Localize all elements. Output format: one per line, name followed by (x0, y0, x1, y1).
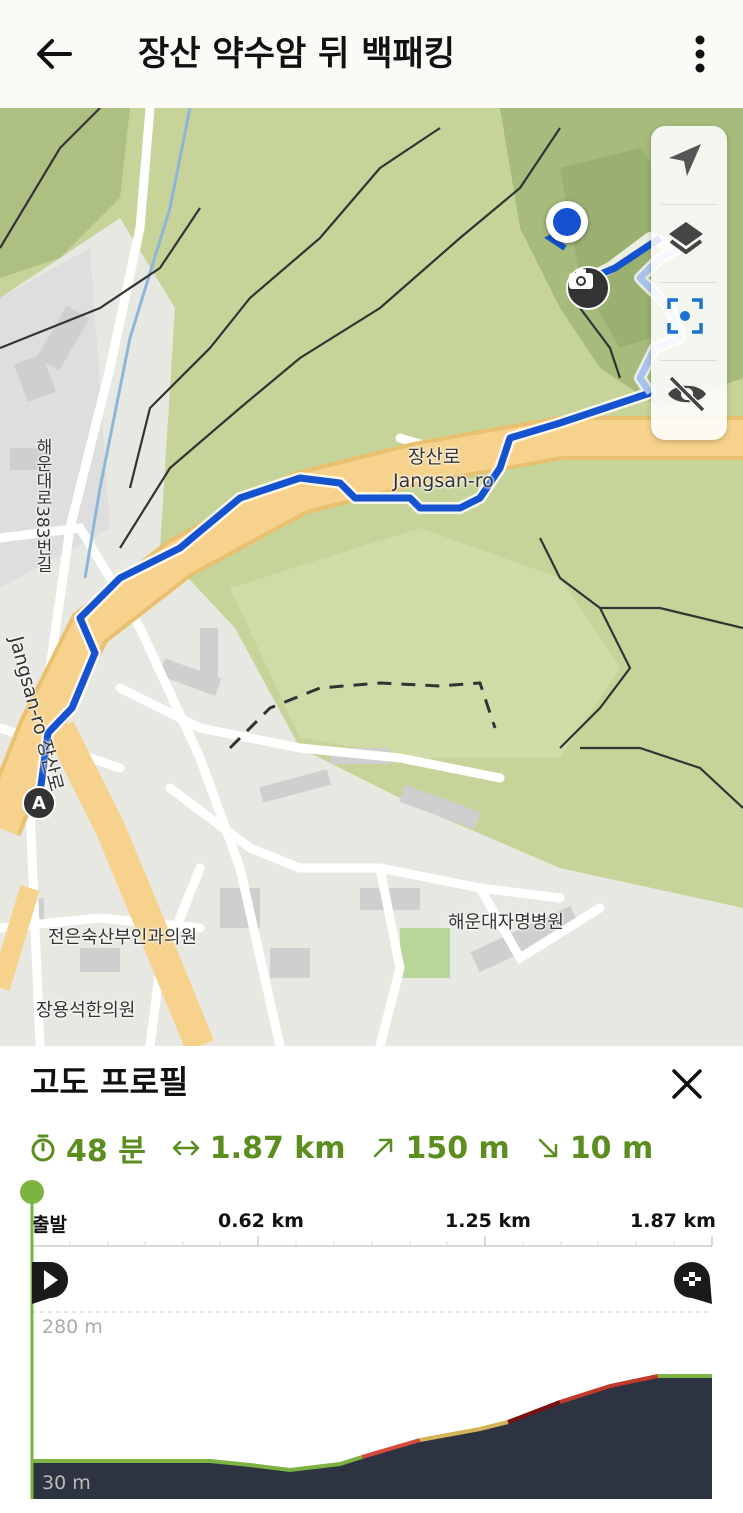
street-label: 해운대로383번길 (32, 438, 52, 573)
more-vertical-icon (695, 35, 705, 73)
page-title: 장산 약수암 뒤 백패킹 (138, 34, 456, 74)
elevation-max-label: 280 m (42, 1316, 103, 1338)
stat-distance: 1.87 km (172, 1130, 346, 1166)
navigate-button[interactable] (665, 140, 713, 188)
road-label-english: Jangsan-ro (393, 470, 494, 492)
elevation-profile-title: 고도 프로필 (30, 1063, 189, 1101)
controls-divider (661, 282, 717, 283)
route-stats: 48 분 1.87 km 150 m 10 m (30, 1126, 679, 1170)
horizontal-arrows-icon (172, 1138, 200, 1158)
controls-divider (661, 204, 717, 205)
road-label-korean: 장산로 (408, 446, 461, 468)
poi-label-oriental-clinic: 장용석한의원 (36, 1000, 136, 1021)
location-dot-icon (553, 208, 581, 236)
photo-marker[interactable] (566, 266, 610, 310)
poi-label-hospital: 해운대자명병원 (448, 912, 564, 933)
ascent-value: 150 m (405, 1130, 510, 1166)
current-location-marker[interactable] (546, 201, 588, 243)
more-options-button[interactable] (680, 32, 720, 76)
map-canvas (0, 108, 743, 1046)
elevation-profile-sheet: 고도 프로필 48 분 1.87 km 150 m 10 m 출발 0.62 k… (0, 1046, 743, 1513)
elevation-min-label: 30 m (42, 1472, 91, 1494)
stat-ascent: 150 m (371, 1130, 510, 1166)
close-profile-button[interactable] (664, 1064, 710, 1104)
back-button[interactable] (30, 30, 78, 78)
center-focus-icon (667, 298, 703, 334)
navigate-icon (669, 144, 701, 176)
arrow-up-right-icon (371, 1136, 395, 1160)
descent-value: 10 m (569, 1130, 654, 1166)
arrow-down-right-icon (536, 1136, 560, 1160)
elevation-chart[interactable]: 출발 0.62 km 1.25 km 1.87 km 280 m 30 m (0, 1174, 743, 1513)
start-marker-label: A (32, 792, 46, 814)
layers-icon (669, 222, 703, 254)
poi-label-clinic: 전은숙산부인과의원 (48, 927, 198, 948)
duration-value: 48 분 (66, 1134, 146, 1169)
close-icon (672, 1069, 702, 1099)
route-start-marker[interactable]: A (22, 786, 56, 820)
start-flag-icon (32, 1262, 68, 1304)
stat-duration: 48 분 (30, 1126, 146, 1170)
elevation-profile-graph (20, 1180, 713, 1499)
finish-flag-icon (674, 1262, 712, 1304)
top-app-bar: 장산 약수암 뒤 백패킹 (0, 0, 743, 108)
arrow-left-icon (37, 39, 72, 69)
center-focus-button[interactable] (665, 296, 713, 344)
stopwatch-icon (30, 1134, 56, 1162)
toggle-visibility-button[interactable] (665, 374, 713, 422)
controls-divider (661, 360, 717, 361)
camera-icon (569, 269, 593, 289)
stat-descent: 10 m (536, 1131, 653, 1166)
layers-button[interactable] (665, 218, 713, 266)
distance-value: 1.87 km (209, 1130, 346, 1166)
map-controls-panel (651, 126, 727, 440)
eye-off-icon (668, 375, 706, 413)
map-view[interactable]: 장산로 Jangsan-ro 해운대로383번길 Jangsan-ro 장산로 … (0, 108, 743, 1046)
